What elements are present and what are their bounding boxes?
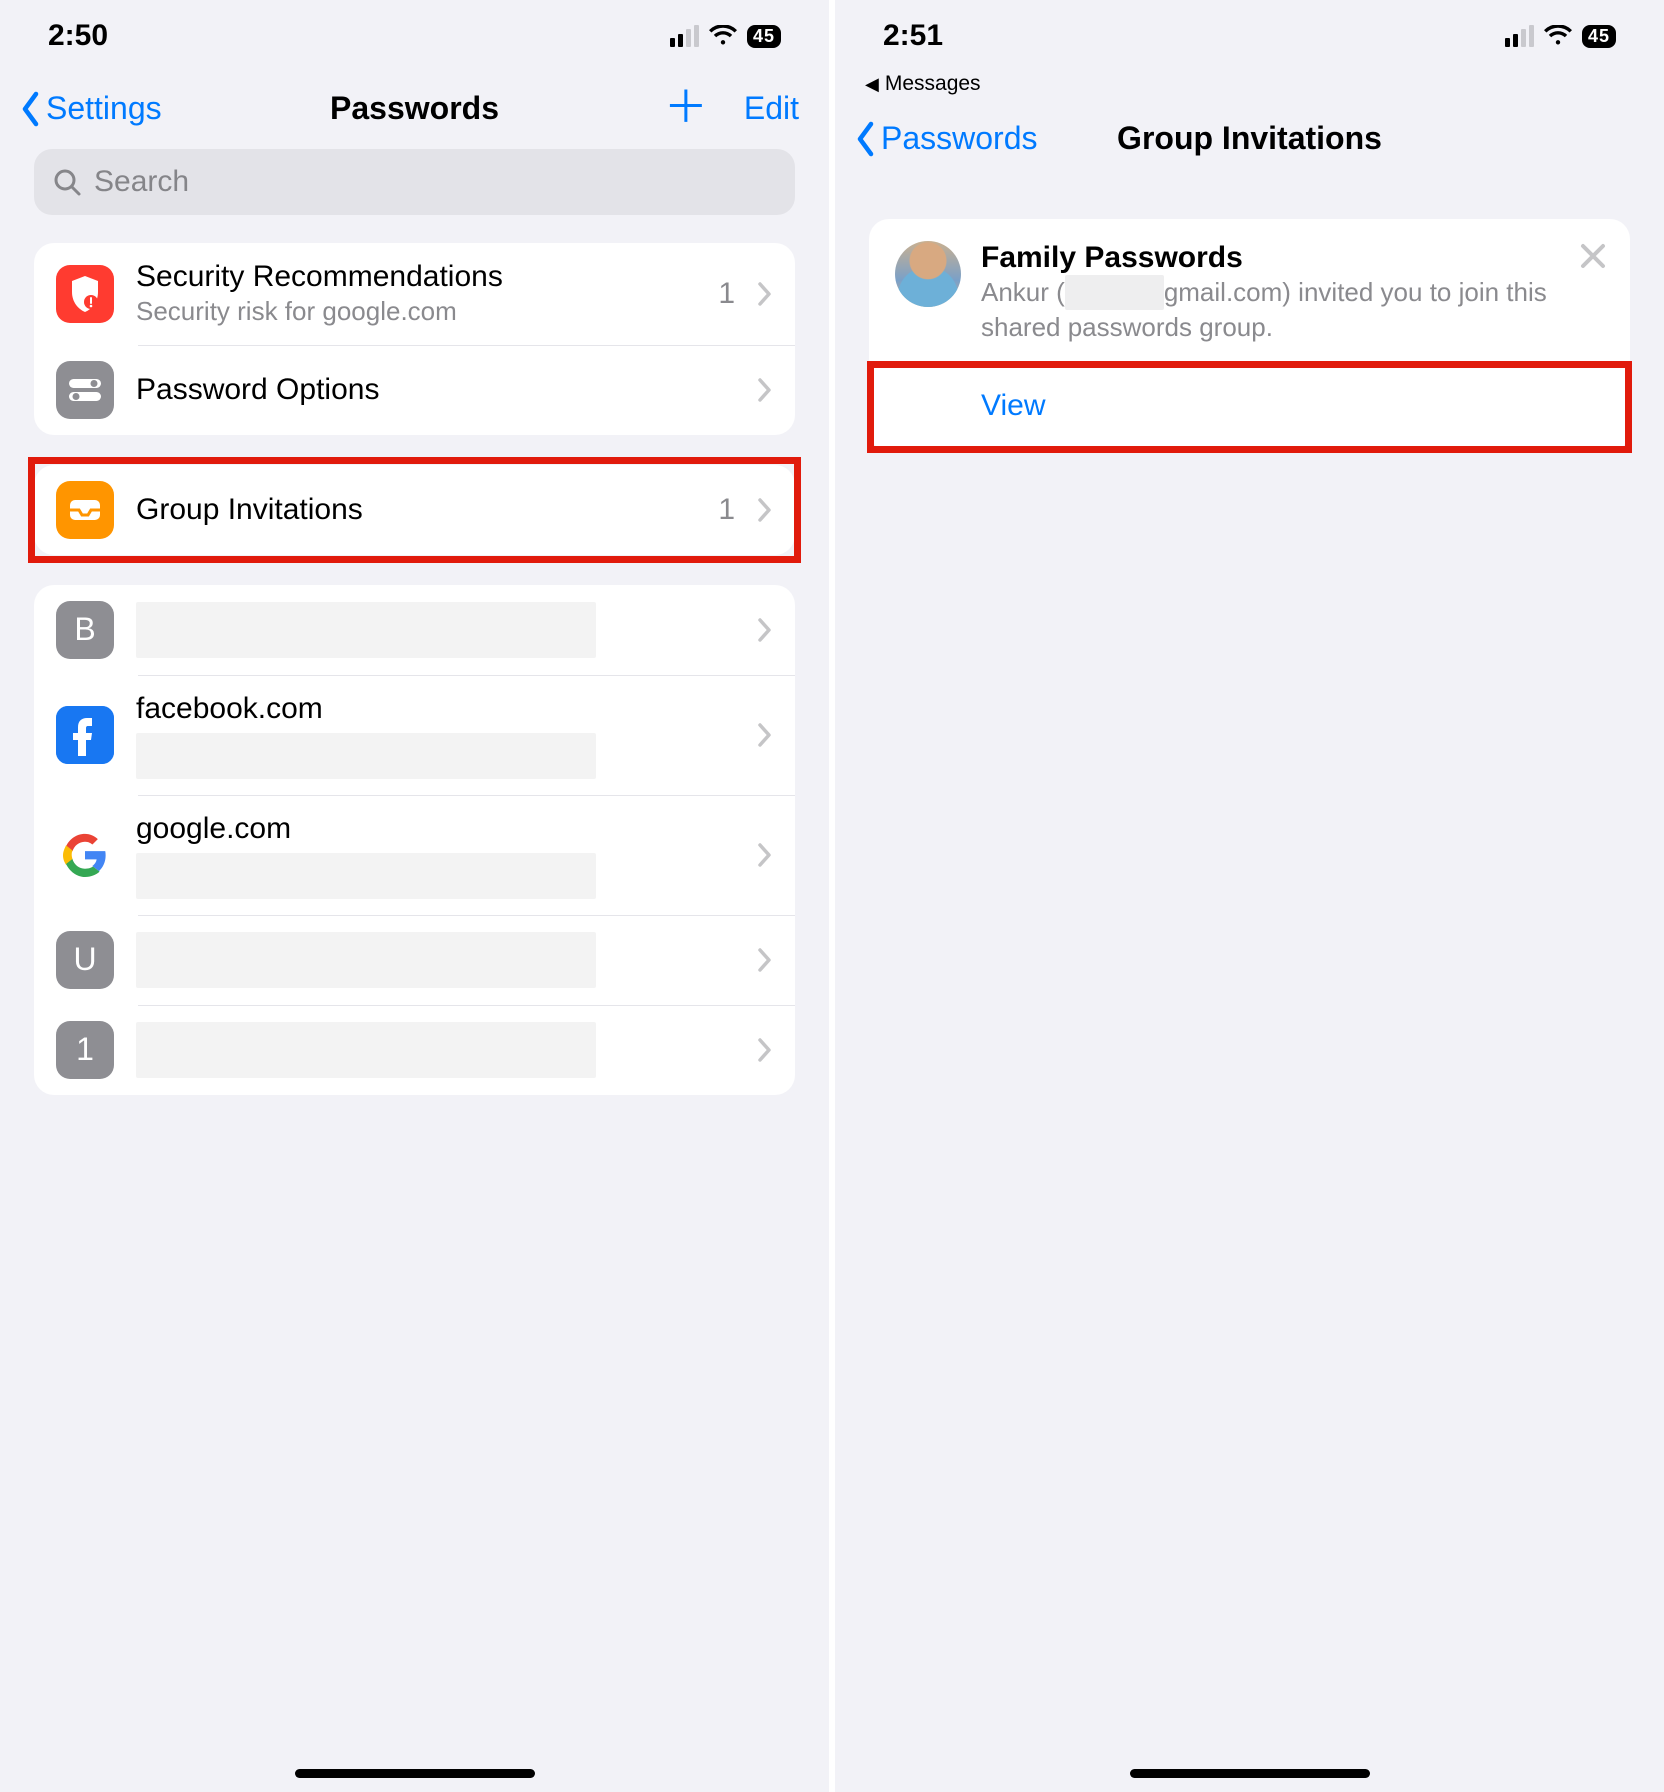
account-row[interactable]: U [34,915,795,1005]
cellular-icon [670,25,699,47]
chevron-right-icon [757,497,773,523]
invitation-card: Family Passwords Ankur (xxxxxxxgmail.com… [869,219,1630,451]
password-options-row[interactable]: Password Options [34,345,795,435]
settings-section-1: Security Recommendations Security risk f… [34,243,795,435]
avatar [895,241,961,307]
status-time: 2:51 [883,19,943,53]
shield-alert-icon [56,265,114,323]
password-options-title: Password Options [136,372,735,408]
account-icon: U [56,931,114,989]
back-button[interactable]: Settings [20,90,162,127]
account-title-redacted [136,932,596,988]
account-row[interactable]: B [34,585,795,675]
chevron-left-icon [855,121,877,157]
accounts-list: Bfacebook.com google.com U 1 [34,585,795,1095]
chevron-right-icon [757,281,773,307]
account-icon: 1 [56,1021,114,1079]
battery-icon: 45 [1582,25,1616,48]
chevron-right-icon [757,377,773,403]
triangle-left-icon: ◀ [865,74,879,95]
chevron-left-icon [20,91,42,127]
cellular-icon [1505,25,1534,47]
chevron-right-icon [757,947,773,973]
invitation-title: Family Passwords [981,241,1604,275]
inbox-icon [56,481,114,539]
account-icon [56,826,114,884]
account-row[interactable]: google.com [34,795,795,915]
security-subtitle: Security risk for google.com [136,295,696,329]
close-icon [1578,241,1608,271]
page-title: Passwords [330,90,499,127]
search-input[interactable]: Search [34,149,795,215]
group-invitations-title: Group Invitations [136,492,696,528]
breadcrumb-label: Messages [885,72,981,96]
account-subtitle-redacted [136,853,596,899]
nav-bar: Passwords Group Invitations [835,102,1664,179]
status-time: 2:50 [48,19,108,53]
wifi-icon [1544,25,1572,47]
security-title: Security Recommendations [136,259,696,295]
account-subtitle-redacted [136,733,596,779]
home-indicator[interactable] [1130,1769,1370,1778]
group-invitations-row[interactable]: Group Invitations 1 [34,465,795,555]
account-title-redacted [136,1022,596,1078]
account-icon [56,706,114,764]
chevron-right-icon [757,1037,773,1063]
status-bar: 2:50 45 [0,0,829,72]
chevron-right-icon [757,617,773,643]
search-placeholder: Search [94,165,189,199]
view-label: View [981,389,1045,423]
left-screenshot: 2:50 45 Settings Passwords ＋ Edit [0,0,829,1792]
home-indicator[interactable] [295,1769,535,1778]
back-label: Settings [46,90,162,127]
status-indicators: 45 [670,25,781,48]
chevron-right-icon [757,842,773,868]
chevron-right-icon [757,722,773,748]
view-button[interactable]: View [869,363,1630,451]
wifi-icon [709,25,737,47]
right-screenshot: 2:51 45 ◀ Messages Passwords Group Invit… [835,0,1664,1792]
invitation-subtitle: Ankur (xxxxxxxgmail.com) invited you to … [981,275,1604,345]
back-button[interactable]: Passwords [855,120,1038,157]
settings-section-2: Group Invitations 1 [34,465,795,555]
breadcrumb-back[interactable]: ◀ Messages [835,72,1664,102]
close-button[interactable] [1578,241,1608,271]
options-icon [56,361,114,419]
battery-icon: 45 [747,25,781,48]
page-title: Group Invitations [1117,120,1382,157]
add-button[interactable]: ＋ [664,95,708,121]
edit-button[interactable]: Edit [744,90,799,127]
security-count: 1 [718,277,735,311]
group-invitations-count: 1 [718,493,735,527]
status-bar: 2:51 45 [835,0,1664,72]
nav-bar: Settings Passwords ＋ Edit [0,72,829,149]
security-recommendations-row[interactable]: Security Recommendations Security risk f… [34,243,795,345]
account-icon: B [56,601,114,659]
account-row[interactable]: facebook.com [34,675,795,795]
status-indicators: 45 [1505,25,1616,48]
search-icon [52,167,82,197]
account-title: google.com [136,811,735,847]
back-label: Passwords [881,120,1038,157]
account-title-redacted [136,602,596,658]
account-row[interactable]: 1 [34,1005,795,1095]
account-title: facebook.com [136,691,735,727]
